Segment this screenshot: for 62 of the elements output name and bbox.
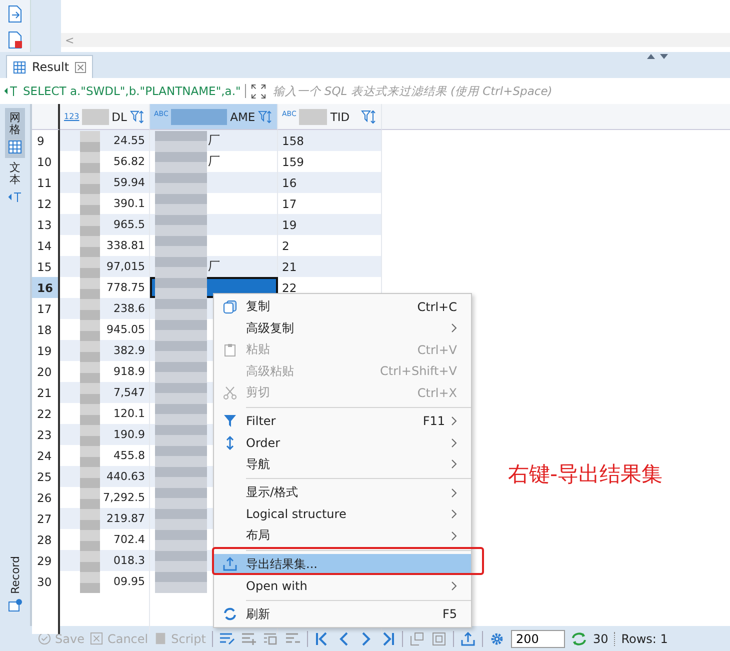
filter-icon — [223, 414, 237, 428]
menu-item[interactable]: Filter F11 — [214, 410, 471, 432]
table-cell: 16 — [278, 172, 382, 193]
grid-icon — [8, 140, 22, 154]
menu-item[interactable]: 显示/格式 — [214, 482, 471, 504]
side-tab[interactable]: 文本 — [5, 158, 25, 208]
table-cell: 158 — [278, 130, 382, 151]
column-header[interactable]: 123 DL — [60, 104, 150, 130]
refresh-icon — [223, 607, 237, 622]
document-arrow-icon[interactable] — [7, 5, 23, 23]
menu-item[interactable]: 刷新 F5 — [214, 604, 471, 625]
copy-row-icon[interactable] — [262, 632, 279, 646]
result-tab[interactable]: Result — [6, 55, 94, 78]
menu-item[interactable]: Logical structure — [214, 504, 471, 525]
text-icon — [8, 190, 22, 204]
filter-sort-icon[interactable] — [258, 110, 273, 124]
blurred-region — [299, 108, 328, 124]
filter-field[interactable]: 输入一个 SQL 表达式来过滤结果 (使用 Ctrl+Space) — [270, 83, 730, 99]
menu-item[interactable]: 高级复制 — [214, 318, 471, 339]
menu-item[interactable]: 导出结果集... — [214, 554, 471, 575]
refresh-icon[interactable] — [570, 632, 587, 646]
settings-icon[interactable] — [488, 632, 505, 646]
filter-sort-icon[interactable] — [361, 110, 377, 124]
close-box-icon — [90, 632, 104, 645]
blurred-region — [171, 108, 228, 124]
query-text: SELECT a."SWDL",b."PLANTNAME",a." — [23, 84, 246, 98]
rows-count: Rows: 1 — [614, 632, 668, 646]
result-count: 30 — [592, 632, 608, 646]
text-icon — [4, 85, 18, 97]
side-tab[interactable]: 网格 — [5, 108, 25, 158]
menu-item[interactable]: 布局 — [214, 525, 471, 546]
close-icon[interactable] — [75, 62, 86, 72]
record-tab[interactable]: Record — [5, 552, 25, 626]
row-number[interactable]: 16 — [32, 277, 60, 298]
up-down-arrows-icon[interactable] — [646, 52, 670, 60]
record-icon — [8, 598, 22, 612]
copy-icon — [223, 300, 237, 314]
clipboard-icon — [223, 342, 237, 357]
export-icon[interactable] — [460, 632, 476, 646]
table-cell: 21 — [278, 256, 382, 277]
check-circle-icon — [38, 632, 51, 645]
annotation-text: 右键-导出结果集 — [508, 461, 663, 488]
scissors-icon — [223, 386, 237, 400]
menu-item[interactable]: 导航 — [214, 454, 471, 475]
delete-row-icon[interactable] — [284, 632, 301, 646]
number-type-icon: 123 — [64, 112, 80, 121]
filter-sort-icon[interactable] — [130, 110, 145, 124]
frame-icon[interactable] — [430, 632, 447, 646]
edit-lines-icon[interactable] — [218, 632, 235, 646]
fetch-size-field[interactable]: 200 — [510, 630, 565, 648]
blurred-region — [82, 108, 109, 124]
menu-item[interactable]: Open with — [214, 575, 471, 596]
panel-icon[interactable] — [408, 632, 425, 646]
expand-icon[interactable] — [250, 84, 266, 98]
add-row-icon[interactable] — [240, 632, 257, 646]
table-cell: 19 — [278, 214, 382, 235]
menu-item[interactable]: Order — [214, 432, 471, 454]
grid-icon — [13, 60, 26, 74]
document-error-icon[interactable] — [7, 31, 23, 49]
script-icon — [154, 632, 168, 645]
menu-item[interactable]: 复制 Ctrl+C — [214, 296, 471, 318]
export-icon — [223, 557, 237, 572]
